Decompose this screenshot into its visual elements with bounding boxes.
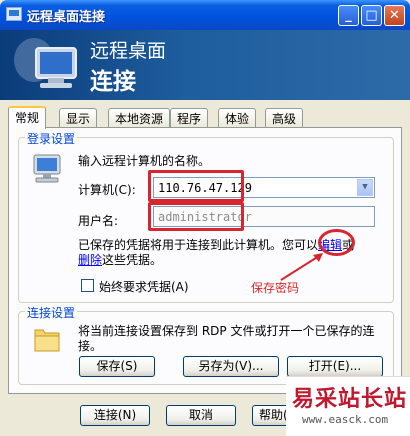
tab-general[interactable]: 常规: [8, 106, 47, 129]
remote-desktop-icon: [6, 7, 22, 21]
maximize-button[interactable]: □: [361, 5, 382, 26]
save-button[interactable]: 保存(S): [79, 356, 155, 377]
save-password-annotation: 保存密码: [251, 281, 300, 295]
connection-description-line2: 接。: [78, 339, 103, 353]
banner-title-line2: 连接: [90, 69, 136, 95]
banner-title-line1: 远程桌面: [90, 40, 167, 62]
open-button[interactable]: 打开(E)...: [287, 356, 383, 377]
site-watermark: 易采站长站 www.easck.com: [286, 376, 410, 436]
tab-display[interactable]: 显示: [59, 108, 98, 127]
tab-experience[interactable]: 体验: [218, 108, 257, 127]
cancel-button[interactable]: 取消: [166, 405, 236, 426]
computer-highlight-box: [148, 170, 244, 202]
tab-programs[interactable]: 程序: [170, 108, 209, 127]
header-banner: 远程桌面 连接: [0, 30, 410, 100]
logon-settings-label: 登录设置: [25, 130, 78, 147]
remote-computer-icon: [14, 38, 77, 88]
window-title: 远程桌面连接: [27, 10, 106, 25]
folder-icon: [34, 329, 60, 352]
username-highlight-box: [148, 202, 244, 231]
chevron-down-icon[interactable]: ▼: [357, 179, 373, 196]
logon-instruction: 输入远程计算机的名称。: [78, 154, 211, 168]
delete-credentials-link[interactable]: 删除: [78, 253, 102, 267]
logon-settings-group: 登录设置 输入远程计算机的名称。 计算机(C): 110.76.47.129 ▼…: [18, 130, 394, 303]
computer-icon: [33, 154, 61, 183]
tab-panel-general: 登录设置 输入远程计算机的名称。 计算机(C): 110.76.47.129 ▼…: [8, 127, 402, 394]
always-ask-label[interactable]: 始终要求凭据(A): [99, 278, 189, 295]
connection-settings-group: 连接设置 将当前连接设置保存到 RDP 文件或打开一个已保存的连 接。 保存(S…: [18, 304, 394, 385]
connection-description-line1: 将当前连接设置保存到 RDP 文件或打开一个已保存的连: [78, 324, 375, 338]
save-as-button[interactable]: 另存为(V)...: [183, 356, 279, 377]
watermark-name: 易采站长站: [292, 387, 408, 412]
watermark-url: www.easck.com: [302, 413, 389, 426]
computer-label: 计算机(C):: [78, 183, 136, 197]
always-ask-checkbox[interactable]: [81, 279, 94, 292]
close-button[interactable]: ✕: [384, 5, 405, 26]
minimize-button[interactable]: _: [338, 5, 359, 26]
username-label: 用户名:: [78, 214, 119, 228]
title-bar[interactable]: 远程桌面连接 _ □ ✕: [0, 0, 410, 30]
tab-advanced[interactable]: 高级: [265, 108, 304, 127]
saved-credentials-note-line2: 删除这些凭据。: [78, 253, 163, 267]
connect-button[interactable]: 连接(N): [80, 405, 150, 426]
tab-local-resources[interactable]: 本地资源: [108, 108, 171, 127]
connection-settings-label: 连接设置: [25, 304, 78, 321]
